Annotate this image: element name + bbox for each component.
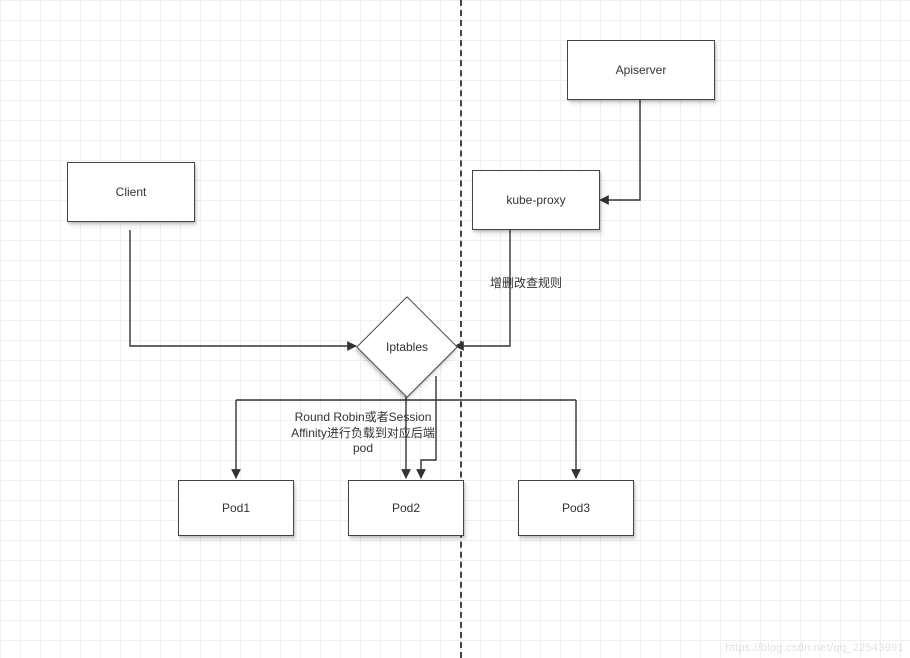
node-pod1: Pod1: [178, 480, 294, 536]
annotation-crud-rules: 增删改查规则: [476, 276, 576, 292]
diagram-canvas: Client Apiserver kube-proxy Iptables Pod…: [0, 0, 910, 658]
node-pod1-label: Pod1: [222, 501, 250, 515]
edge-client-iptables: [130, 230, 356, 346]
node-apiserver: Apiserver: [567, 40, 715, 100]
node-kubeproxy: kube-proxy: [472, 170, 600, 230]
edge-apiserver-kubeproxy: [600, 100, 640, 200]
node-apiserver-label: Apiserver: [616, 63, 667, 77]
node-kubeproxy-label: kube-proxy: [506, 193, 565, 207]
node-client-label: Client: [116, 185, 147, 199]
node-pod2: Pod2: [348, 480, 464, 536]
annotation-lb-strategy: Round Robin或者Session Affinity进行负载到对应后端 p…: [278, 410, 448, 457]
node-pod3: Pod3: [518, 480, 634, 536]
node-pod3-label: Pod3: [562, 501, 590, 515]
watermark-text: https://blog.csdn.net/qq_22543991: [725, 642, 904, 654]
node-iptables: Iptables: [356, 296, 458, 398]
edges-layer: [0, 0, 910, 658]
node-pod2-label: Pod2: [392, 501, 420, 515]
edge-iptables-fan-left: [236, 395, 406, 400]
node-client: Client: [67, 162, 195, 222]
node-iptables-label: Iptables: [386, 340, 428, 354]
divider-vertical-dashed: [460, 0, 462, 658]
